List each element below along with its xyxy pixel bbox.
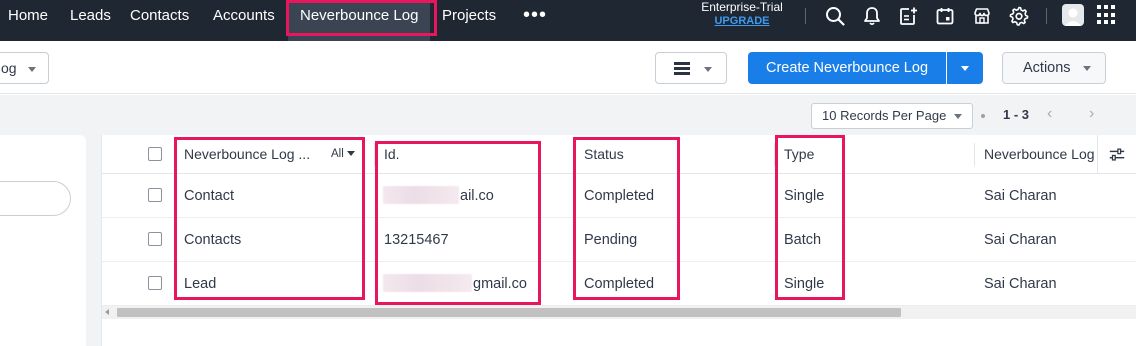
- cell-status: Pending: [584, 232, 638, 248]
- column-settings-button[interactable]: [1097, 135, 1136, 174]
- topbar-divider: [1046, 8, 1047, 24]
- column-header-id[interactable]: Id.: [384, 135, 400, 174]
- view-mode-button[interactable]: [655, 52, 727, 84]
- cell-type: Single: [784, 276, 825, 292]
- scrollbar-thumb[interactable]: [117, 308, 901, 317]
- cell-id: ail.co: [383, 174, 494, 218]
- nav-tab-leads[interactable]: Leads: [70, 0, 111, 41]
- cell-status: Completed: [584, 276, 655, 292]
- column-separator: [574, 143, 575, 166]
- separator-dot: [981, 114, 985, 118]
- column-filter-dropdown[interactable]: All: [331, 135, 355, 174]
- filter-card: [0, 135, 86, 346]
- cell-owner: Sai Charan: [984, 188, 1057, 204]
- actions-button[interactable]: Actions: [1002, 52, 1106, 84]
- cell-type: Batch: [784, 232, 822, 248]
- nav-tab-projects[interactable]: Projects: [442, 0, 496, 41]
- nav-tab-accounts[interactable]: Accounts: [213, 0, 275, 41]
- scroll-left-icon[interactable]: [105, 309, 109, 315]
- records-per-page-select[interactable]: 10 Records Per Page: [811, 103, 973, 129]
- topbar-divider: [805, 8, 806, 24]
- chevron-down-icon: [704, 67, 712, 72]
- records-per-page-label: 10 Records Per Page: [822, 108, 947, 123]
- column-settings-icon: [1109, 148, 1125, 161]
- cell-owner: Sai Charan: [984, 276, 1057, 292]
- records-bar: 10 Records Per Page 1 - 3 ‹ ›: [0, 95, 1136, 135]
- table-row[interactable]: Contacts 13215467 Pending Batch Sai Char…: [102, 218, 1136, 262]
- gear-icon[interactable]: [1008, 5, 1030, 27]
- cell-name[interactable]: Lead: [184, 262, 216, 306]
- table-row[interactable]: Contact ail.co Completed Single Sai Char…: [102, 174, 1136, 218]
- custom-view-label: og: [1, 60, 17, 76]
- cell-name[interactable]: Contacts: [184, 218, 241, 262]
- column-separator: [374, 143, 375, 166]
- horizontal-scrollbar[interactable]: [102, 306, 1136, 319]
- records-range: 1 - 3: [1003, 107, 1030, 122]
- custom-view-select[interactable]: og: [0, 52, 49, 84]
- table-header: Neverbounce Log ... All Id. Status Type …: [102, 135, 1136, 174]
- cell-type: Single: [784, 188, 825, 204]
- edition-name: Enterprise-Trial: [701, 0, 783, 14]
- column-header-status[interactable]: Status: [584, 135, 624, 174]
- select-all-checkbox[interactable]: [148, 147, 162, 161]
- cell-id-text: gmail.co: [473, 276, 527, 292]
- filter-panel: [0, 135, 101, 346]
- bell-icon[interactable]: [861, 5, 883, 27]
- chevron-down-icon: [954, 114, 962, 119]
- edition-info: Enterprise-Trial UPGRADE: [690, 0, 794, 28]
- cell-owner: Sai Charan: [984, 232, 1057, 248]
- nav-tab-home[interactable]: Home: [8, 0, 48, 41]
- chevron-down-icon: [28, 67, 36, 72]
- column-separator: [974, 143, 975, 166]
- filter-search-input[interactable]: [0, 181, 71, 216]
- cell-name[interactable]: Contact: [184, 174, 234, 218]
- chevron-down-icon: [961, 66, 969, 71]
- create-options-dropdown[interactable]: [947, 52, 983, 84]
- list-view-icon: [674, 62, 690, 75]
- nav-tab-contacts[interactable]: Contacts: [130, 0, 189, 41]
- create-neverbounce-log-button[interactable]: Create Neverbounce Log: [748, 52, 946, 84]
- actions-label: Actions: [1023, 60, 1071, 76]
- next-page-icon[interactable]: ›: [1089, 105, 1094, 123]
- upgrade-link[interactable]: UPGRADE: [690, 15, 794, 28]
- column-filter-label: All: [331, 148, 344, 160]
- apps-grid-icon[interactable]: [1097, 5, 1117, 25]
- calendar-icon[interactable]: [934, 5, 956, 27]
- column-separator: [774, 143, 775, 166]
- cell-id: gmail.co: [383, 262, 527, 306]
- cell-id-text: ail.co: [460, 188, 494, 204]
- nav-more-icon[interactable]: •••: [523, 4, 547, 27]
- row-checkbox[interactable]: [148, 276, 162, 290]
- column-header-neverbounce-log-owner[interactable]: Neverbounce Log: [984, 135, 1096, 174]
- redacted-text: [383, 186, 459, 205]
- add-note-icon[interactable]: [897, 5, 919, 27]
- row-checkbox[interactable]: [148, 232, 162, 246]
- chevron-down-icon: [346, 151, 355, 157]
- table-row[interactable]: Lead gmail.co Completed Single Sai Chara…: [102, 262, 1136, 306]
- nav-tab-neverbounce-log[interactable]: Neverbounce Log: [288, 0, 431, 41]
- redacted-text: [383, 274, 472, 293]
- user-avatar[interactable]: [1062, 4, 1084, 26]
- top-navigation-bar: Home Leads Contacts Accounts Neverbounce…: [0, 0, 1136, 41]
- records-table: Neverbounce Log ... All Id. Status Type …: [101, 135, 1136, 346]
- column-header-type[interactable]: Type: [784, 135, 814, 174]
- cell-status: Completed: [584, 188, 655, 204]
- cell-id: 13215467: [384, 232, 449, 248]
- column-header-neverbounce-log-name[interactable]: Neverbounce Log ...: [184, 135, 310, 174]
- row-checkbox[interactable]: [148, 188, 162, 202]
- previous-page-icon[interactable]: ‹: [1047, 105, 1052, 123]
- chevron-down-icon: [1083, 66, 1091, 71]
- list-toolbar: og Create Neverbounce Log Actions: [0, 41, 1136, 94]
- search-icon[interactable]: [824, 5, 846, 27]
- marketplace-icon[interactable]: [971, 5, 993, 27]
